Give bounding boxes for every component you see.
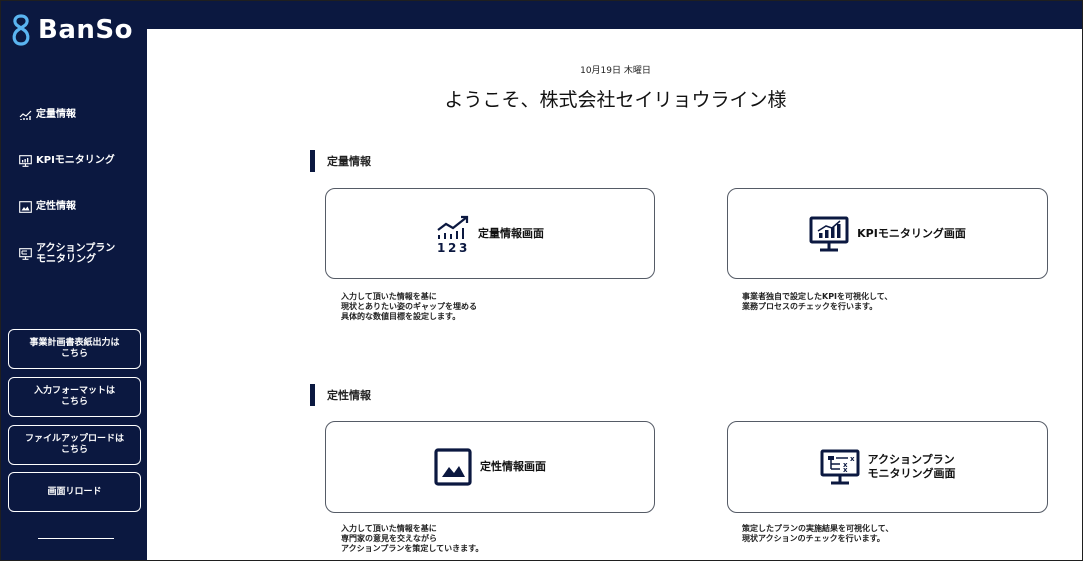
flow-monitor-icon: x x x: [820, 449, 860, 485]
sidebar-item-kpi[interactable]: KPIモニタリング: [19, 155, 115, 171]
svg-text:x: x: [850, 455, 855, 463]
chart-trend-icon: [19, 109, 32, 121]
image-icon: [19, 201, 32, 213]
current-date: 10月19日 木曜日: [580, 66, 651, 76]
card-kpi-monitoring[interactable]: KPIモニタリング画面: [727, 188, 1048, 279]
section-quantitative: 定量情報: [310, 150, 371, 172]
card-title: KPIモニタリング画面: [857, 226, 966, 240]
sidebar-item-quantitative[interactable]: 定量情報: [19, 109, 76, 125]
logo-mark-icon: [12, 14, 30, 46]
card-description: 入力して頂いた情報を基に 専門家の意見を交えながら アクションプランを策定してい…: [341, 524, 484, 553]
sidebar-item-qualitative[interactable]: 定性情報: [19, 201, 76, 217]
app-window: BanSo 定量情報 KPIモニタリング 定性情報 アクションプラン モニタリン…: [0, 0, 1083, 561]
card-content: KPIモニタリング画面: [809, 216, 966, 252]
sidebar: BanSo 定量情報 KPIモニタリング 定性情報 アクションプラン モニタリン…: [1, 1, 147, 560]
monitor-chart-icon: [19, 155, 32, 167]
card-title: アクションプラン モニタリング画面: [867, 453, 956, 480]
card-qualitative[interactable]: 定性情報画面: [325, 421, 655, 513]
main-content: 10月19日 木曜日 ようこそ、株式会社セイリョウライン様 定量情報 1 2 3…: [147, 29, 1082, 560]
sidebar-item-label: アクションプラン モニタリング: [36, 243, 116, 265]
sidebar-divider: [38, 538, 114, 539]
svg-text:2: 2: [448, 241, 456, 253]
card-description: 入力して頂いた情報を基に 現状とありたい姿のギャップを埋める 具体的な数値目標を…: [341, 292, 477, 321]
section-marker: [310, 384, 315, 406]
card-content: 定性情報画面: [434, 448, 546, 486]
reload-button[interactable]: 画面リロード: [8, 472, 141, 512]
cover-output-button[interactable]: 事業計画書表紙出力は こちら: [8, 329, 141, 369]
section-qualitative: 定性情報: [310, 384, 371, 406]
card-title: 定性情報画面: [480, 460, 546, 473]
card-action-plan-monitoring[interactable]: x x x アクションプラン モニタリング画面: [727, 421, 1048, 513]
section-marker: [310, 150, 315, 172]
section-title: 定量情報: [327, 155, 371, 168]
logo[interactable]: BanSo: [9, 13, 133, 47]
logo-text: BanSo: [38, 15, 133, 45]
monitor-chart-icon: [809, 216, 849, 252]
section-title: 定性情報: [327, 389, 371, 402]
svg-text:3: 3: [459, 241, 467, 253]
card-description: 策定したプランの実施結果を可視化して、 現状アクションのチェックを行います。: [742, 524, 894, 543]
input-format-button[interactable]: 入力フォーマットは こちら: [8, 377, 141, 417]
flow-monitor-icon: [19, 248, 32, 260]
card-description: 事業者独自で設定したKPIを可視化して、 業務プロセスのチェックを行います。: [742, 292, 893, 311]
sidebar-item-label: 定量情報: [36, 109, 76, 120]
card-title: 定量情報画面: [478, 226, 544, 240]
card-content: x x x アクションプラン モニタリング画面: [820, 449, 956, 485]
sidebar-item-action-plan[interactable]: アクションプラン モニタリング: [19, 243, 115, 265]
image-icon: [434, 448, 472, 486]
top-bar: [147, 1, 1082, 29]
svg-text:x: x: [843, 466, 848, 474]
file-upload-button[interactable]: ファイルアップロードは こちら: [8, 425, 141, 465]
chart-123-icon: 1 2 3: [436, 215, 470, 253]
svg-text:1: 1: [437, 241, 445, 253]
card-quantitative[interactable]: 1 2 3 定量情報画面: [325, 188, 655, 279]
welcome-heading: ようこそ、株式会社セイリョウライン様: [444, 89, 787, 111]
sidebar-item-label: 定性情報: [36, 201, 76, 212]
card-content: 1 2 3 定量情報画面: [436, 215, 544, 253]
sidebar-item-label: KPIモニタリング: [36, 155, 115, 166]
